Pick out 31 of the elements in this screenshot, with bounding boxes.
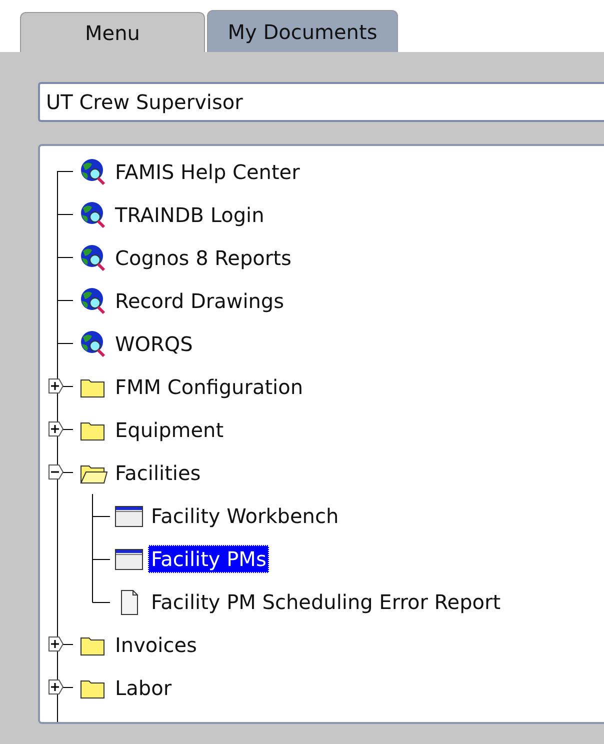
globe-icon: [78, 242, 108, 272]
tree-item[interactable]: Facility PM Scheduling Error Report: [148, 588, 504, 616]
tree-item[interactable]: Labor: [112, 674, 175, 702]
tree-item[interactable]: TRAINDB Login: [112, 200, 268, 228]
tree-connector: [57, 322, 73, 365]
tree-item[interactable]: Record Drawings: [112, 286, 288, 314]
globe-icon: [78, 200, 108, 230]
tree-item[interactable]: Equipment: [112, 416, 227, 444]
tree-item[interactable]: Facility Workbench: [148, 502, 342, 530]
tree-item[interactable]: WORQS: [112, 330, 196, 358]
tree-connector: [57, 408, 73, 451]
tree-item[interactable]: Cognos 8 Reports: [112, 244, 294, 272]
tree-connector: [57, 279, 73, 322]
tab[interactable]: My Documents: [207, 10, 398, 52]
globe-icon: [78, 156, 108, 186]
responsibility-field[interactable]: UT Crew Supervisor: [38, 82, 604, 122]
tree-connector: [57, 236, 73, 279]
expand-icon[interactable]: [48, 376, 64, 396]
expand-icon[interactable]: [48, 634, 64, 654]
tab[interactable]: Menu: [20, 12, 205, 52]
tree-item[interactable]: Facility PMs: [148, 544, 270, 572]
tree-connector: [57, 365, 73, 408]
tree-item[interactable]: FMM Configuration: [112, 372, 306, 400]
expand-icon[interactable]: [48, 677, 64, 697]
collapse-icon[interactable]: [48, 462, 64, 482]
globe-icon: [78, 286, 108, 316]
tree-item[interactable]: Invoices: [112, 630, 200, 658]
globe-icon: [78, 328, 108, 358]
tree-item[interactable]: Facilities: [112, 458, 204, 486]
tree-item[interactable]: FAMIS Help Center: [112, 158, 303, 186]
expand-icon[interactable]: [48, 419, 64, 439]
